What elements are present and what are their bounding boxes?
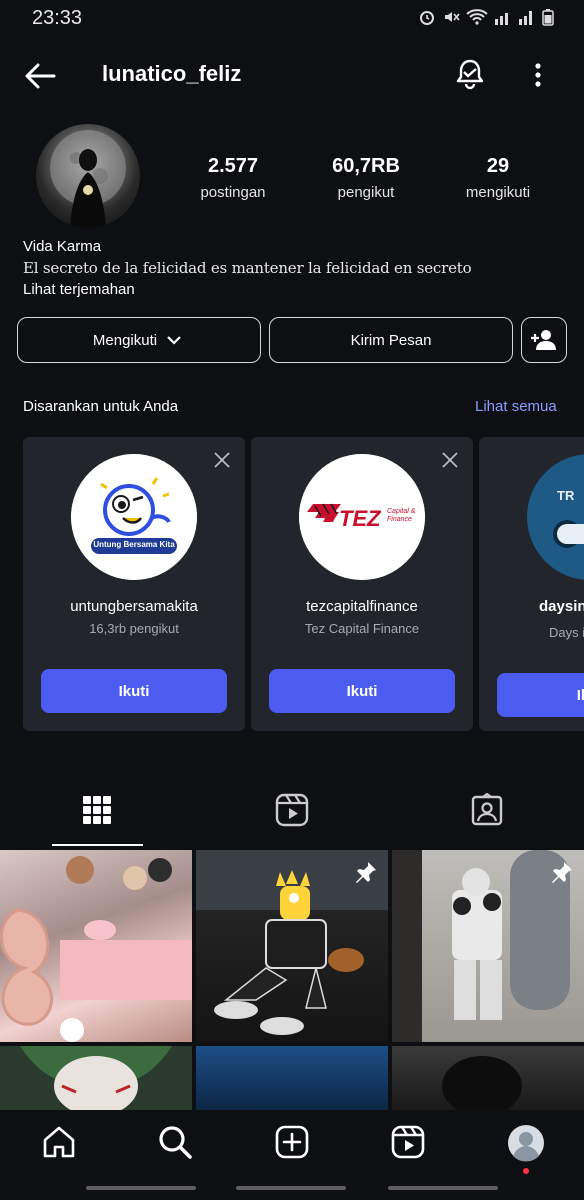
following-button[interactable]: Mengikuti (17, 317, 261, 363)
suggestion-username[interactable]: untungbersamakita (23, 598, 245, 615)
notification-bell-icon[interactable] (452, 56, 488, 92)
tab-posts-grid[interactable] (49, 790, 145, 846)
add-person-icon (531, 330, 556, 350)
logo-text: Untung Bersama Kita (93, 540, 175, 549)
following-stat[interactable]: 29 mengikuti (438, 155, 558, 201)
post-thumbnail[interactable] (392, 850, 584, 1042)
see-all-link[interactable]: Lihat semua (475, 398, 557, 415)
see-translation-link[interactable]: Lihat terjemahan (23, 281, 135, 298)
wifi-icon (466, 9, 488, 25)
system-nav-bar (86, 1186, 196, 1190)
reels-nav-icon[interactable] (390, 1124, 426, 1160)
message-button[interactable]: Kirim Pesan (269, 317, 513, 363)
posts-count: 2.577 (207, 155, 259, 177)
mute-icon (445, 12, 460, 22)
follow-button-label: Ik (576, 686, 584, 704)
pin-icon (550, 860, 574, 884)
follow-button[interactable]: Ikuti (41, 669, 227, 713)
followers-count: 60,7RB (332, 155, 400, 177)
system-nav-bar (236, 1186, 346, 1190)
grid-icon (83, 796, 111, 824)
suggestion-card[interactable]: Untung Bersama Kita untungbersamakita 16… (23, 437, 245, 731)
posts-stat[interactable]: 2.577 postingan (173, 155, 293, 201)
suggestion-card[interactable]: TEZ Capital & Finance tezcapitalfinance … (251, 437, 473, 731)
logo-text: TEZ (339, 506, 381, 531)
status-icons (418, 8, 554, 26)
home-icon[interactable] (41, 1124, 77, 1160)
suggestion-avatar[interactable]: TEZ Capital & Finance (299, 454, 425, 580)
post-thumbnail[interactable] (196, 1046, 388, 1110)
close-icon[interactable] (441, 451, 459, 469)
suggestion-card[interactable]: TR daysin Days i Ik (479, 437, 584, 731)
profile-avatar[interactable] (36, 124, 140, 228)
suggestion-avatar[interactable]: TR (527, 454, 584, 580)
chevron-down-icon (167, 336, 181, 345)
suggestion-username[interactable]: daysin (539, 598, 584, 615)
following-button-label: Mengikuti (92, 331, 158, 349)
more-options-icon[interactable] (528, 58, 548, 92)
logo-text: TR (557, 488, 575, 503)
system-nav-bar (388, 1186, 498, 1190)
post-thumbnail[interactable] (392, 1046, 584, 1110)
bio-name: Vida Karma (23, 238, 102, 255)
profile-username: lunatico_feliz (102, 61, 242, 86)
suggestions-title: Disarankan untuk Anda (23, 398, 179, 415)
tab-tagged[interactable] (439, 790, 535, 846)
message-button-label: Kirim Pesan (350, 331, 432, 349)
create-post-icon[interactable] (274, 1124, 310, 1160)
battery-icon (542, 9, 554, 26)
notification-dot (523, 1168, 529, 1174)
signal-icon-2 (519, 11, 532, 25)
post-thumbnail[interactable] (0, 850, 192, 1042)
follow-button[interactable]: Ikuti (269, 669, 455, 713)
following-label: mengikuti (465, 184, 531, 201)
post-thumbnail[interactable] (196, 850, 388, 1042)
pin-icon (354, 860, 378, 884)
followers-label: pengikut (337, 184, 395, 201)
follow-button[interactable]: Ik (497, 673, 584, 717)
tab-reels[interactable] (244, 790, 340, 846)
suggestion-username[interactable]: tezcapitalfinance (251, 598, 473, 615)
tagged-icon (471, 793, 503, 826)
following-count: 29 (486, 155, 510, 177)
logo-subtext: Capital & Finance (387, 508, 416, 523)
suggestion-avatar[interactable]: Untung Bersama Kita (71, 454, 197, 580)
profile-nav-avatar[interactable] (507, 1124, 544, 1174)
post-thumbnail[interactable] (0, 1046, 192, 1110)
alarm-icon (420, 11, 434, 25)
posts-label: postingan (200, 184, 266, 201)
add-person-button[interactable] (521, 317, 567, 363)
bio-text: El secreto de la felicidad es mantener l… (23, 259, 472, 277)
close-icon[interactable] (213, 451, 231, 469)
followers-stat[interactable]: 60,7RB pengikut (306, 155, 426, 201)
active-tab-indicator (52, 844, 143, 846)
suggestion-subtitle: Days i (549, 625, 584, 640)
suggestion-subtitle: Tez Capital Finance (304, 621, 420, 636)
search-icon[interactable] (157, 1124, 193, 1160)
signal-icon (495, 13, 508, 25)
status-time: 23:33 (32, 7, 83, 29)
suggestion-subtitle: 16,3rb pengikut (89, 621, 179, 636)
back-arrow-icon[interactable] (22, 58, 58, 94)
reels-icon (275, 793, 309, 827)
